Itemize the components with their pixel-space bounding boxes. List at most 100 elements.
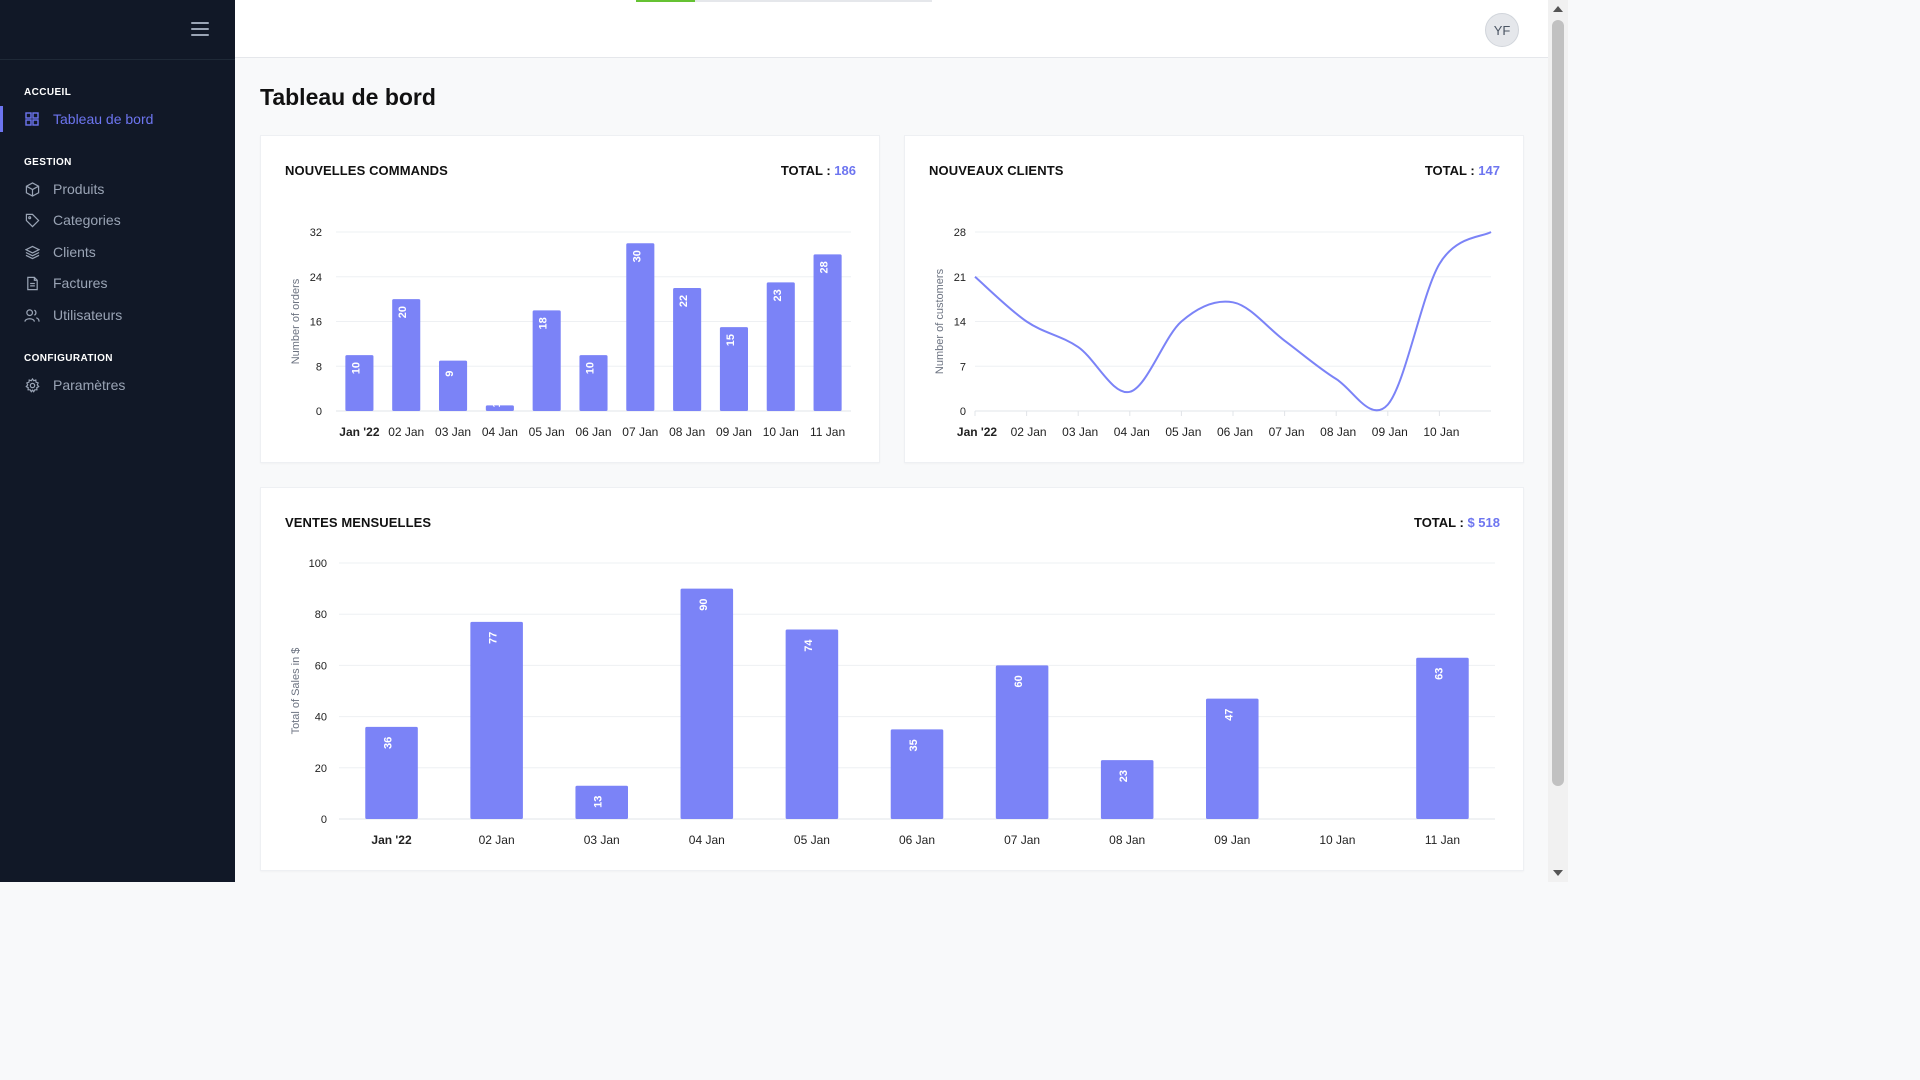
x-tick-label: 07 Jan: [622, 425, 658, 439]
x-tick-label: Jan '22: [371, 833, 412, 847]
bar: [1416, 657, 1469, 819]
y-tick-label: 0: [316, 406, 322, 418]
bar-data-label: 22: [678, 295, 690, 307]
page-scrollbar[interactable]: [1548, 0, 1568, 882]
y-tick-label: 20: [315, 763, 327, 775]
bar-data-label: 35: [908, 739, 920, 751]
x-tick-label: 05 Jan: [794, 833, 830, 847]
bar-data-label: 90: [698, 598, 710, 610]
x-tick-label: 03 Jan: [584, 833, 620, 847]
x-tick-label: 09 Jan: [716, 425, 752, 439]
y-tick-label: 21: [954, 272, 966, 284]
x-tick-label: 09 Jan: [1214, 833, 1250, 847]
bar-data-label: 20: [397, 306, 409, 318]
bar: [439, 360, 468, 411]
orders-card: NOUVELLES COMMANDS TOTAL : 186 0 8 16 24 32 N…: [260, 135, 880, 463]
sidebar-item-factures[interactable]: Factures: [0, 270, 235, 296]
x-tick-label: 02 Jan: [1011, 425, 1047, 439]
bar: [1100, 760, 1154, 819]
bar-data-label: 13: [593, 796, 605, 808]
sidebar-item-label: Utilisateurs: [53, 307, 123, 323]
x-tick-label: 06 Jan: [575, 425, 611, 439]
y-tick-label: 80: [315, 609, 327, 621]
box-icon: [24, 181, 40, 197]
sidebar-item-parametres[interactable]: Paramètres: [0, 372, 235, 398]
bar: [470, 621, 523, 819]
x-tick-label: 09 Jan: [1372, 425, 1408, 439]
scroll-thumb[interactable]: [1552, 20, 1564, 786]
bar: [680, 588, 734, 819]
y-tick-label: 60: [315, 660, 327, 672]
sidebar-item-label: Paramètres: [53, 377, 126, 393]
y-axis-label: Number of customers: [934, 268, 946, 374]
x-tick-label: 04 Jan: [482, 425, 518, 439]
x-tick-label: 04 Jan: [1114, 425, 1150, 439]
tag-icon: [24, 212, 40, 228]
x-tick-label: 05 Jan: [1165, 425, 1201, 439]
y-axis-label: Number of orders: [290, 278, 302, 364]
sidebar-item-categories[interactable]: Categories: [0, 207, 235, 233]
bar-data-label: 74: [803, 639, 815, 652]
x-tick-label: Jan '22: [339, 425, 380, 439]
x-tick-label: 06 Jan: [1217, 425, 1253, 439]
menu-toggle-icon[interactable]: [191, 22, 209, 37]
sidebar-item-label: Produits: [53, 181, 105, 197]
bar-data-label: 9: [444, 371, 456, 377]
bar: [626, 243, 655, 411]
x-tick-label: 02 Jan: [479, 833, 515, 847]
x-tick-label: 08 Jan: [1320, 425, 1356, 439]
bar-data-label: 28: [819, 261, 831, 273]
sidebar-item-utilisateurs[interactable]: Utilisateurs: [0, 302, 235, 328]
sidebar-item-tableau-de-bord[interactable]: Tableau de bord: [0, 106, 235, 132]
y-tick-label: 0: [960, 406, 966, 418]
users-icon: [24, 307, 40, 323]
sidebar-item-clients[interactable]: Clients: [0, 239, 235, 265]
bar: [785, 629, 839, 819]
x-tick-label: 03 Jan: [1062, 425, 1098, 439]
layers-icon: [24, 244, 40, 260]
sidebar-item-label: Tableau de bord: [53, 111, 154, 127]
y-tick-label: 100: [309, 558, 327, 570]
bar-data-label: 47: [1223, 709, 1235, 721]
x-tick-label: 08 Jan: [1109, 833, 1145, 847]
bar-data-label: 15: [725, 334, 737, 346]
bar-data-label: 10: [585, 362, 597, 374]
x-tick-label: 08 Jan: [669, 425, 705, 439]
bar-data-label: 36: [383, 737, 395, 749]
y-axis-label: Total of Sales in $: [290, 648, 302, 735]
bar-data-label: 30: [631, 250, 643, 262]
x-tick-label: 02 Jan: [388, 425, 424, 439]
page-title: Tableau de bord: [260, 84, 436, 110]
sales-card: VENTES MENSUELLES TOTAL : $ 518 0 20 40 60 8…: [260, 487, 1524, 871]
scroll-down-arrow-icon[interactable]: [1553, 870, 1563, 876]
gear-icon: [24, 377, 40, 393]
user-avatar[interactable]: YF: [1485, 13, 1519, 47]
x-tick-label: 04 Jan: [689, 833, 725, 847]
y-tick-label: 8: [316, 361, 322, 373]
loading-progress-fill: [636, 0, 696, 2]
sidebar-item-label: Factures: [53, 275, 108, 291]
x-tick-label: 11 Jan: [810, 425, 845, 439]
bar-data-label: 63: [1433, 668, 1445, 680]
scroll-up-arrow-icon[interactable]: [1553, 6, 1563, 12]
x-tick-label: 03 Jan: [435, 425, 471, 439]
bar-data-label: 60: [1013, 675, 1025, 687]
grid-icon: [24, 111, 40, 127]
y-tick-label: 16: [310, 317, 322, 329]
loading-progress-bar: [636, 0, 932, 2]
bar-data-label: 77: [488, 632, 500, 644]
x-tick-label: 07 Jan: [1004, 833, 1040, 847]
file-icon: [24, 275, 40, 291]
bar-data-label: 23: [1118, 770, 1130, 782]
section-label-gestion: GESTION: [24, 157, 72, 168]
clients-card: NOUVEAUX CLIENTS TOTAL : 147 0 7 14 21 28 Num…: [904, 135, 1524, 463]
bar-data-label: 18: [538, 317, 550, 329]
x-tick-label: 10 Jan: [763, 425, 799, 439]
y-tick-label: 40: [315, 712, 327, 724]
sidebar-item-label: Categories: [53, 212, 121, 228]
section-label-accueil: ACCUEIL: [24, 87, 72, 98]
bar-data-label: 23: [772, 289, 784, 301]
x-tick-label: 11 Jan: [1425, 833, 1460, 847]
sidebar-item-produits[interactable]: Produits: [0, 176, 235, 202]
x-tick-label: 05 Jan: [529, 425, 565, 439]
